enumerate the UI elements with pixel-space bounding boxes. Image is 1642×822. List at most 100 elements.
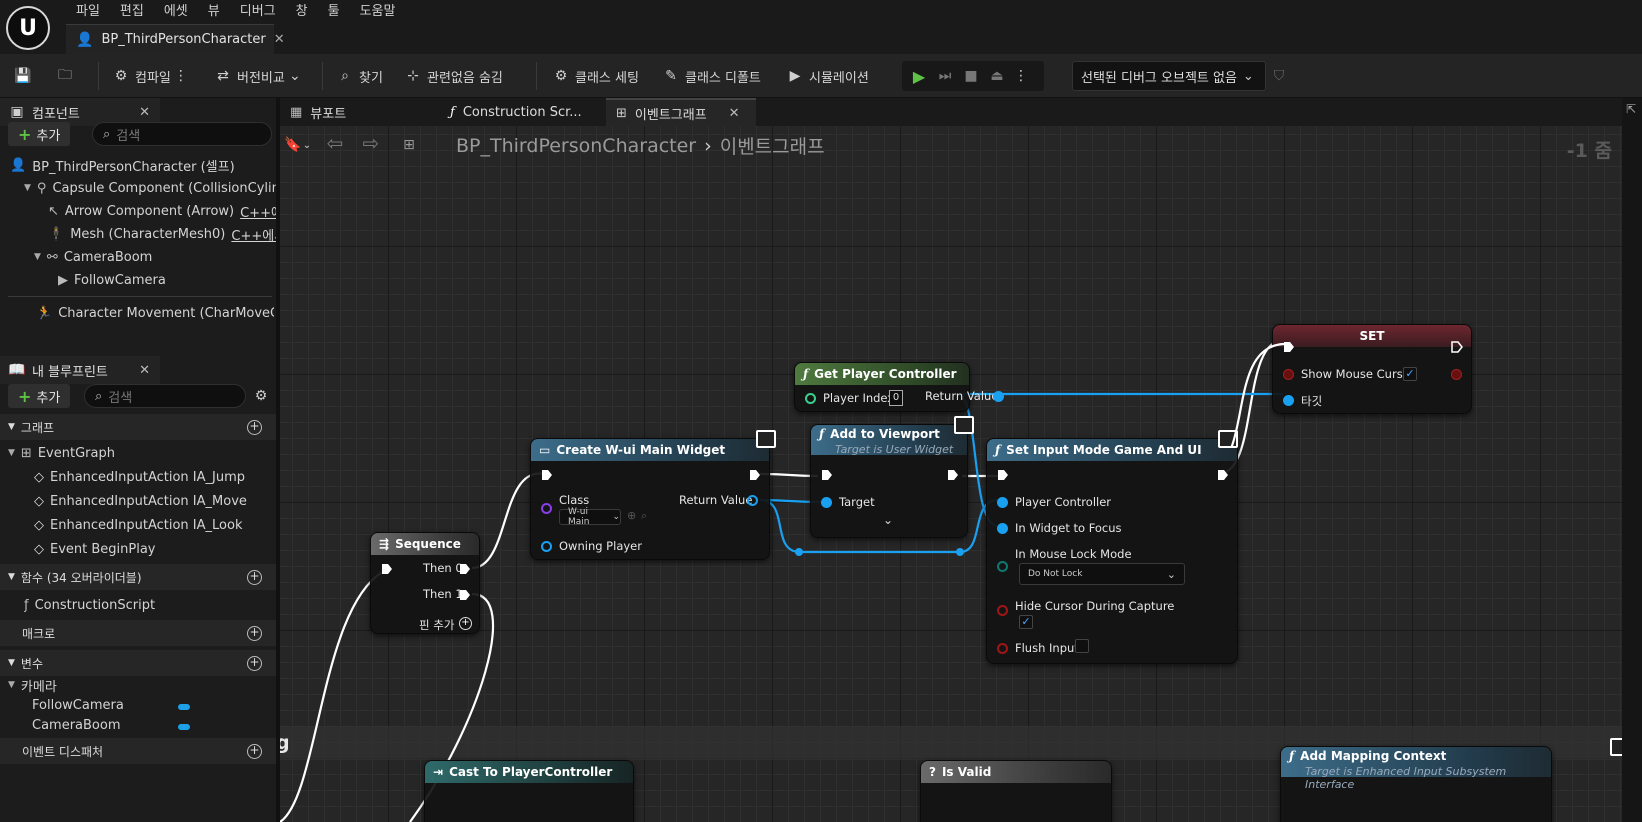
close-icon[interactable]: ✕	[274, 32, 285, 47]
save-button[interactable]: 💾	[14, 62, 32, 90]
player-index-input[interactable]: 0	[889, 390, 903, 406]
simulation-button[interactable]: ▶ 시뮬레이션	[786, 62, 869, 90]
tab-construction-script[interactable]: ƒ Construction Scr...	[440, 98, 590, 126]
close-icon[interactable]: ✕	[139, 363, 150, 378]
return-value-pin[interactable]	[747, 495, 758, 506]
set-input-mode-node[interactable]: ƒ Set Input Mode Game And UI Player Cont…	[986, 438, 1238, 664]
is-valid-node[interactable]: ? Is Valid	[920, 760, 1112, 822]
close-icon[interactable]: ✕	[139, 105, 150, 120]
tree-item-arrow[interactable]: ↖ Arrow Component (Arrow) C++에서	[48, 200, 276, 222]
add-graph-icon[interactable]: +	[247, 419, 262, 435]
variable-item[interactable]: CameraBoom	[32, 714, 182, 736]
player-controller-pin[interactable]	[997, 497, 1008, 508]
tree-item-cameraboom[interactable]: ▼ ⚯ CameraBoom	[34, 246, 274, 268]
hide-cursor-checkbox[interactable]: ✓	[1019, 615, 1033, 629]
unreal-logo[interactable]: U	[6, 6, 50, 50]
add-function-icon[interactable]: +	[247, 569, 262, 585]
resize-icon[interactable]: ⇱	[1626, 102, 1636, 116]
exec-in-pin[interactable]	[997, 469, 1009, 481]
class-pin[interactable]	[541, 503, 552, 514]
exec-in-pin[interactable]	[381, 563, 393, 575]
gear-icon[interactable]: ⚙	[252, 387, 270, 405]
search-icon[interactable]: ⌕	[641, 509, 647, 523]
class-settings-button[interactable]: ⚙ 클래스 세팅	[552, 62, 639, 90]
get-player-controller-node[interactable]: ƒ Get Player Controller Player Index 0 R…	[794, 362, 1004, 412]
tab-event-graph[interactable]: ⊞ 이벤트그래프 ✕	[606, 98, 756, 126]
return-value-pin[interactable]	[993, 391, 1004, 402]
menu-view[interactable]: 뷰	[198, 2, 230, 22]
flush-input-checkbox[interactable]	[1075, 639, 1089, 653]
menu-window[interactable]: 창	[286, 2, 318, 22]
add-variable-icon[interactable]: +	[247, 655, 262, 671]
tree-item-mesh[interactable]: 🕴 Mesh (CharacterMesh0) C++에서 편	[48, 223, 276, 245]
add-dispatcher-icon[interactable]: +	[247, 743, 262, 759]
find-button[interactable]: ⌕ 찾기	[336, 62, 383, 90]
tab-viewport[interactable]: ▦ 뷰포트	[280, 98, 420, 126]
add-to-viewport-node[interactable]: ƒ Add to Viewport Target is User Widget …	[810, 424, 968, 538]
exec-in-pin[interactable]	[541, 469, 553, 481]
target-pin[interactable]	[821, 497, 832, 508]
sequence-node[interactable]: ⇶ Sequence Then 0 Then 1 핀 추가 +	[370, 532, 480, 634]
play-icon[interactable]: ▶	[910, 67, 928, 86]
add-member-button[interactable]: + 추가	[8, 384, 71, 408]
variable-category-camera[interactable]: ▼ 카메라	[8, 674, 208, 696]
create-widget-node[interactable]: ▭ Create W-ui Main Widget Class W-ui Mai…	[530, 438, 770, 560]
mouse-lock-pin[interactable]	[997, 561, 1008, 572]
event-graph-item[interactable]: ▼ ⊞ EventGraph	[8, 442, 268, 464]
components-search-input[interactable]: ⌕ 검색	[92, 122, 272, 146]
functions-section-header[interactable]: ▼ 함수 (34 오버라이더블) +	[0, 564, 276, 590]
menu-tools[interactable]: 툴	[318, 2, 350, 22]
add-pin-label[interactable]: 핀 추가	[419, 617, 454, 633]
more-icon[interactable]: ⋮	[174, 67, 188, 85]
hide-unrelated-button[interactable]: ⊹ 관련없음 숨김	[404, 62, 503, 90]
diff-button[interactable]: ⇄ 버전비교 ⌄	[214, 62, 301, 90]
flush-input-pin[interactable]	[997, 643, 1008, 654]
browse-button[interactable]: 🗀	[56, 62, 74, 90]
document-tab[interactable]: 👤 BP_ThirdPersonCharacter ✕	[66, 24, 285, 54]
widget-focus-pin[interactable]	[997, 523, 1008, 534]
event-item[interactable]: ◇ Event BeginPlay	[34, 538, 270, 560]
exec-out-pin[interactable]	[947, 469, 959, 481]
mouse-lock-select[interactable]: Do Not Lock ⌄	[1019, 563, 1185, 585]
class-select[interactable]: W-ui Main ⌄	[559, 507, 621, 527]
dispatchers-section-header[interactable]: 이벤트 디스패처 +	[0, 738, 276, 764]
menu-file[interactable]: 파일	[66, 2, 110, 22]
stop-icon[interactable]: ■	[962, 67, 980, 85]
browse-asset-icon[interactable]: ⊕	[627, 509, 636, 522]
exec-out-pin[interactable]	[749, 469, 761, 481]
add-component-button[interactable]: + 추가	[8, 122, 71, 146]
my-blueprint-tab[interactable]: 📖 내 블루프린트 ✕	[0, 356, 160, 384]
exec-out-pin[interactable]	[1217, 469, 1229, 481]
debug-object-select[interactable]: 선택된 디버그 오브젝트 없음 ⌄	[1072, 61, 1266, 91]
cast-node[interactable]: ⇥ Cast To PlayerController	[424, 760, 634, 822]
graph-canvas[interactable]: 🔖 ⌄ ⇦ ⇨ ⊞ BP_ThirdPersonCharacter › 이벤트그…	[280, 126, 1622, 822]
tree-item-charmovement[interactable]: 🏃 Character Movement (CharMoveComp)	[36, 302, 274, 324]
macros-section-header[interactable]: 매크로 +	[0, 620, 276, 646]
tree-item-followcamera[interactable]: ▶ FollowCamera	[58, 269, 274, 291]
eject-icon[interactable]: ⏏	[988, 67, 1006, 85]
menu-asset[interactable]: 에셋	[154, 2, 198, 22]
event-item[interactable]: ◇ EnhancedInputAction IA_Jump	[34, 466, 270, 488]
event-item[interactable]: ◇ EnhancedInputAction IA_Move	[34, 490, 270, 512]
variables-section-header[interactable]: ▼ 변수 +	[0, 650, 276, 676]
player-index-pin[interactable]	[805, 393, 816, 404]
add-mapping-context-node[interactable]: ƒ Add Mapping Context Target is Enhanced…	[1280, 746, 1552, 822]
chevron-down-icon[interactable]: ⌄	[883, 513, 893, 527]
event-item[interactable]: ◇ EnhancedInputAction IA_Look	[34, 514, 270, 536]
blueprint-search-input[interactable]: ⌕ 검색	[84, 384, 246, 408]
menu-debug[interactable]: 디버그	[230, 2, 286, 22]
exec-out-pin[interactable]	[459, 563, 471, 575]
add-pin-icon[interactable]: +	[459, 617, 472, 630]
variable-item[interactable]: FollowCamera	[32, 694, 182, 716]
tree-item-self[interactable]: 👤 BP_ThirdPersonCharacter (셀프)	[10, 154, 272, 176]
graphs-section-header[interactable]: ▼ 그래프 +	[0, 414, 276, 440]
add-macro-icon[interactable]: +	[247, 625, 262, 641]
close-icon[interactable]: ✕	[729, 106, 740, 121]
exec-in-pin[interactable]	[821, 469, 833, 481]
owning-player-pin[interactable]	[541, 541, 552, 552]
tree-item-capsule[interactable]: ▼ ⚲ Capsule Component (CollisionCylinder…	[24, 177, 276, 199]
hide-cursor-pin[interactable]	[997, 605, 1008, 616]
menu-help[interactable]: 도움말	[350, 2, 406, 22]
compile-button[interactable]: ⚙ 컴파일 ⋮	[112, 62, 188, 90]
debug-filter-icon[interactable]: ⛉	[1270, 67, 1288, 85]
